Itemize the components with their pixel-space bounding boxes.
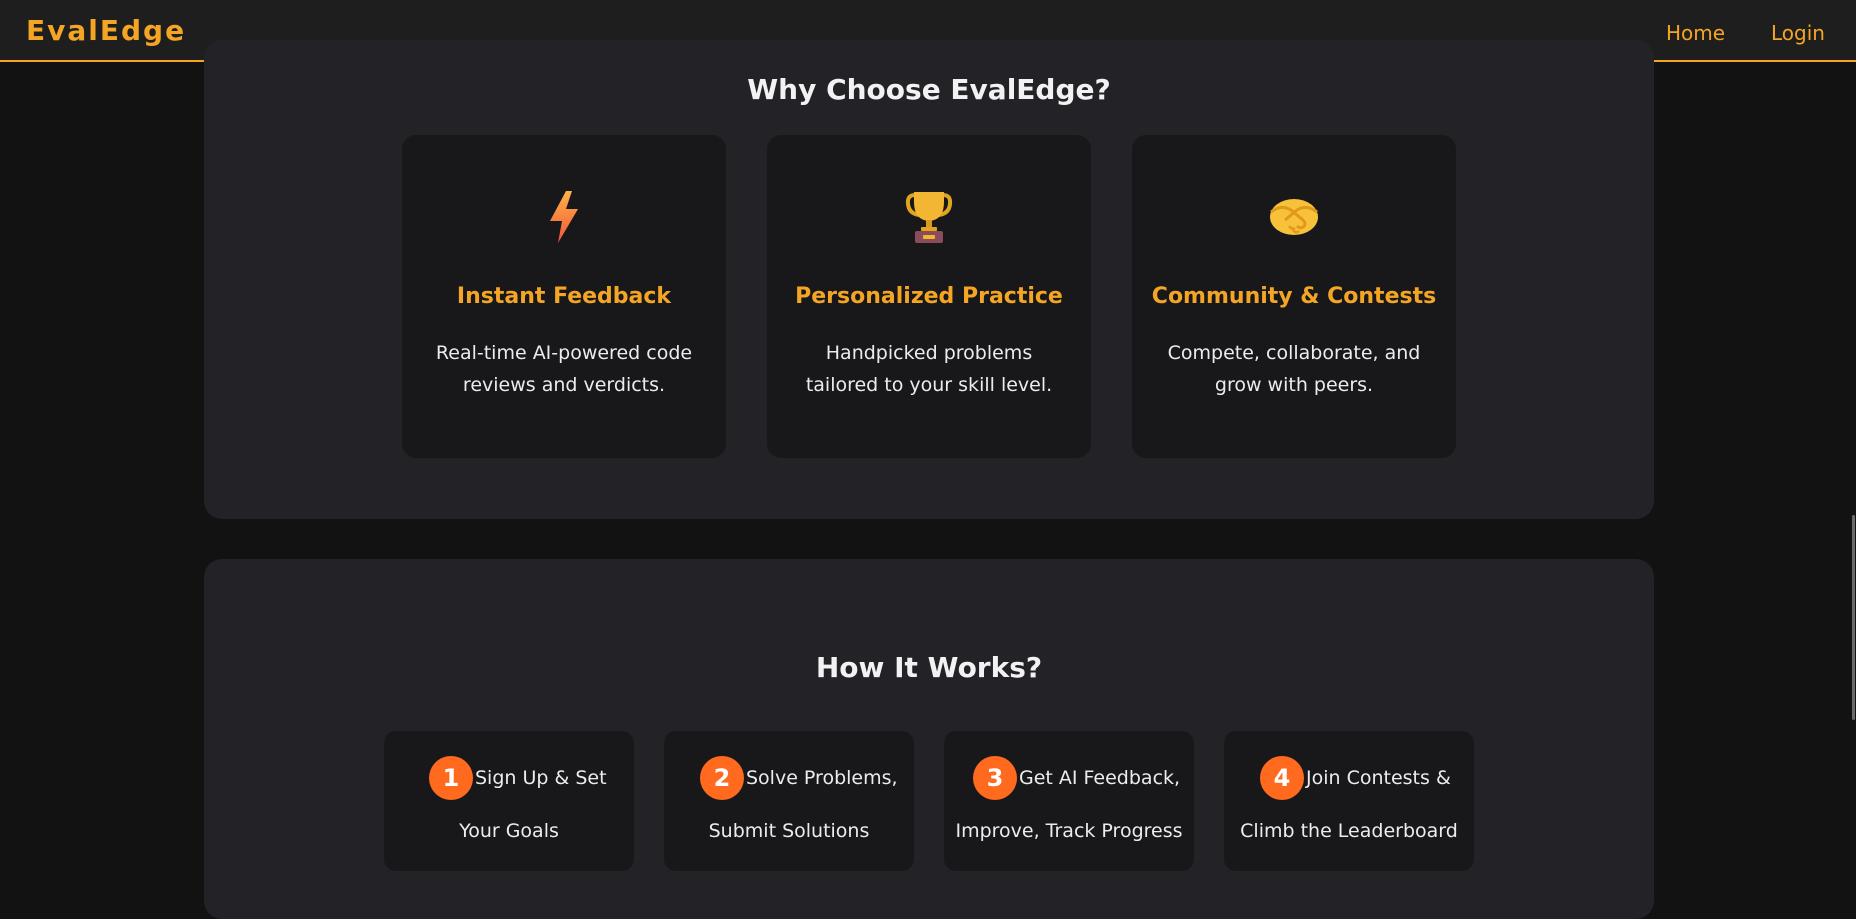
trophy-icon	[767, 190, 1091, 244]
step-text-line2: Improve, Track Progress	[955, 820, 1183, 842]
feature-card-community-contests: Community & Contests Compete, collaborat…	[1132, 135, 1456, 458]
nav-home-link[interactable]: Home	[1666, 21, 1725, 45]
step-text-line2: Submit Solutions	[708, 820, 870, 842]
step-text-line2: Climb the Leaderboard	[1240, 820, 1458, 842]
step-text: Join Contests &	[1306, 767, 1451, 789]
step-first-line: 3 Get AI Feedback,	[973, 756, 1180, 800]
feature-title: Instant Feedback	[456, 284, 672, 309]
step-card-4: 4 Join Contests & Climb the Leaderboard	[1224, 731, 1474, 871]
step-text: Get AI Feedback,	[1019, 767, 1181, 789]
how-it-works-title: How It Works?	[815, 651, 1043, 684]
why-choose-title: Why Choose EvalEdge?	[747, 73, 1111, 106]
step-number-badge: 2	[700, 756, 744, 800]
why-choose-section: Why Choose EvalEdge? Instant Feedback Re…	[204, 40, 1654, 519]
feature-card-personalized-practice: Personalized Practice Handpicked problem…	[767, 135, 1091, 458]
step-first-line: 4 Join Contests &	[1260, 756, 1451, 800]
step-number-badge: 4	[1260, 756, 1304, 800]
step-number-badge: 3	[973, 756, 1017, 800]
step-first-line: 1 Sign Up & Set	[429, 756, 607, 800]
step-card-1: 1 Sign Up & Set Your Goals	[384, 731, 634, 871]
feature-description: Real-time AI-powered code reviews and ve…	[435, 342, 693, 396]
feature-description: Compete, collaborate, and grow with peer…	[1167, 342, 1421, 396]
feature-title: Community & Contests	[1151, 284, 1437, 309]
feature-title: Personalized Practice	[795, 284, 1063, 309]
step-first-line: 2 Solve Problems,	[700, 756, 898, 800]
lightning-icon	[402, 190, 726, 244]
step-text: Sign Up & Set	[475, 767, 607, 789]
feature-description: Handpicked problems tailored to your ski…	[805, 342, 1053, 396]
handshake-icon	[1132, 190, 1456, 244]
brand-logo[interactable]: EvalEdge	[26, 14, 186, 47]
step-card-2: 2 Solve Problems, Submit Solutions	[664, 731, 914, 871]
page-scrollbar[interactable]	[1852, 515, 1855, 720]
step-number-badge: 1	[429, 756, 473, 800]
step-card-3: 3 Get AI Feedback, Improve, Track Progre…	[944, 731, 1194, 871]
step-text-line2: Your Goals	[459, 820, 559, 842]
feature-card-instant-feedback: Instant Feedback Real-time AI-powered co…	[402, 135, 726, 458]
step-text: Solve Problems,	[746, 767, 898, 789]
nav-login-link[interactable]: Login	[1771, 21, 1825, 45]
how-it-works-section: How It Works? 1 Sign Up & Set Your Goals…	[204, 559, 1654, 919]
